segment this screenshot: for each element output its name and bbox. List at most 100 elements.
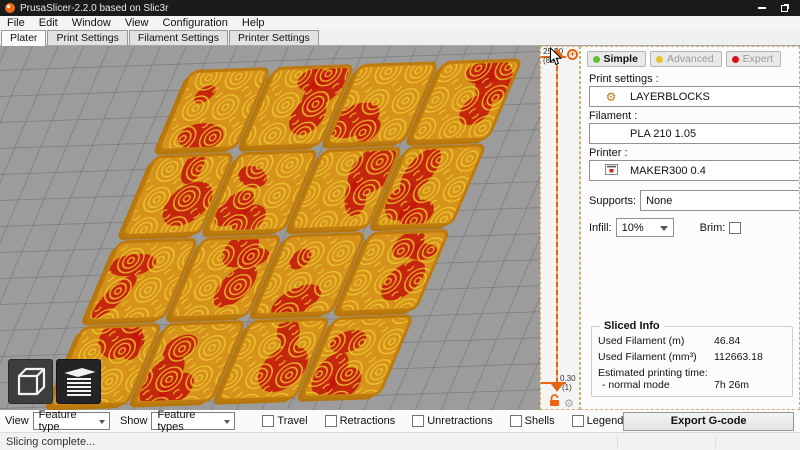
retractions-label: Retractions [340,415,396,427]
unretractions-checkbox-group[interactable]: Unretractions [412,415,492,427]
sliced-info-box: Sliced Info Used Filament (m) 46.84 Used… [591,326,793,397]
maximize-icon [781,5,788,12]
supports-label: Supports: [589,195,636,207]
layer-slider-track[interactable] [556,58,558,382]
advanced-mode-dot-icon [656,56,663,63]
layer-min-number: (1) [562,383,572,392]
infill-label: Infill: [589,222,612,234]
shells-label: Shells [525,415,555,427]
simple-mode-dot-icon [593,56,600,63]
filament-value: PLA 210 1.05 [630,128,696,140]
print-settings-label: Print settings : [589,73,799,85]
normal-mode-label: - normal mode [598,379,714,391]
printer-combobox[interactable]: MAKER300 0.4 [589,160,800,181]
settings-panel: Simple Advanced Expert Print settings : … [580,46,800,410]
travel-checkbox-group[interactable]: Travel [262,415,307,427]
printer-icon [600,164,622,178]
menu-configuration[interactable]: Configuration [155,16,234,30]
chevron-down-icon [660,226,668,231]
tab-bar: Plater Print Settings Filament Settings … [0,30,800,46]
panel-spacer [589,237,799,326]
slider-settings-gear-icon[interactable]: ⚙ [564,397,574,410]
infill-value: 10% [622,222,644,234]
menu-window[interactable]: Window [65,16,118,30]
shells-checkbox[interactable] [510,415,522,427]
view-toggle-group [8,359,101,404]
travel-label: Travel [277,415,307,427]
menu-help[interactable]: Help [235,16,272,30]
cube-icon [14,365,48,399]
print-bed [0,46,540,410]
main-area: 25.50 (85) + 0.30 (1) ⚙ Simple [0,46,800,410]
view-select[interactable]: Feature type [33,412,110,430]
chevron-down-icon [224,420,230,424]
layers-icon [62,365,96,399]
export-gcode-button[interactable]: Export G-code [623,412,794,431]
mode-switcher: Simple Advanced Expert [589,51,781,67]
add-color-change-button[interactable]: + [567,49,578,60]
menu-edit[interactable]: Edit [32,16,65,30]
estimated-time-label: Estimated printing time: [598,367,786,379]
mode-simple-label: Simple [604,53,638,65]
used-filament-m-label: Used Filament (m) [598,335,714,347]
show-select[interactable]: Feature types [151,412,235,430]
retractions-checkbox-group[interactable]: Retractions [325,415,396,427]
mode-expert-button[interactable]: Expert [726,51,781,67]
legend-checkbox[interactable] [572,415,584,427]
filament-combobox[interactable]: PLA 210 1.05 [589,123,800,144]
brim-label: Brim: [700,222,726,234]
infill-combobox[interactable]: 10% [616,218,674,237]
used-filament-mm3-label: Used Filament (mm³) [598,351,714,363]
view-label: View [5,415,29,427]
plater-3d-scene[interactable] [0,46,540,410]
one-layer-lock-icon[interactable] [549,394,560,407]
chevron-down-icon [99,420,105,424]
statusbar-divider [617,435,618,449]
view-select-value: Feature type [39,409,93,433]
filament-label: Filament : [589,110,799,122]
tab-print-settings[interactable]: Print Settings [47,30,127,45]
status-bar: Slicing complete... [0,432,800,450]
mouse-cursor [549,47,563,67]
print-settings-value: LAYERBLOCKS [630,91,710,103]
expert-mode-dot-icon [732,56,739,63]
minimize-icon [758,7,766,9]
show-select-value: Feature types [157,409,218,433]
legend-checkbox-group[interactable]: Legend [572,415,624,427]
menu-file[interactable]: File [0,16,32,30]
layer-slider[interactable]: 25.50 (85) + 0.30 (1) ⚙ [540,46,580,410]
minimize-button[interactable] [751,1,773,15]
maximize-button[interactable] [773,1,795,15]
used-filament-mm3-value: 112663.18 [714,351,763,363]
unretractions-checkbox[interactable] [412,415,424,427]
normal-mode-value: 7h 26m [714,379,749,391]
print-settings-gear-icon: ⚙ [600,90,622,104]
retractions-checkbox[interactable] [325,415,337,427]
status-text: Slicing complete... [6,436,95,448]
statusbar-divider [715,435,716,449]
plater-3d-viewport[interactable] [0,46,540,410]
printer-label: Printer : [589,147,799,159]
supports-value: None [646,195,672,207]
show-label: Show [120,415,148,427]
supports-combobox[interactable]: None [640,190,800,211]
brim-checkbox[interactable] [729,222,741,234]
preview-view-button[interactable] [56,359,101,404]
mode-advanced-button[interactable]: Advanced [650,51,722,67]
editor-view-button[interactable] [8,359,53,404]
tab-filament-settings[interactable]: Filament Settings [129,30,228,45]
mode-advanced-label: Advanced [667,53,714,65]
used-filament-m-value: 46.84 [714,335,740,347]
prusaslicer-window: PrusaSlicer-2.2.0 based on Slic3r File E… [0,0,800,450]
mode-simple-button[interactable]: Simple [587,51,646,67]
preview-toolbar: View Feature type Show Feature types Tra… [0,410,800,432]
shells-checkbox-group[interactable]: Shells [510,415,555,427]
menu-view[interactable]: View [118,16,156,30]
print-settings-combobox[interactable]: ⚙ LAYERBLOCKS [589,86,800,107]
tab-printer-settings[interactable]: Printer Settings [229,30,319,45]
prusaslicer-logo-icon [5,3,15,13]
travel-checkbox[interactable] [262,415,274,427]
tab-plater[interactable]: Plater [1,30,46,46]
unretractions-label: Unretractions [427,415,492,427]
title-bar: PrusaSlicer-2.2.0 based on Slic3r [0,0,800,16]
